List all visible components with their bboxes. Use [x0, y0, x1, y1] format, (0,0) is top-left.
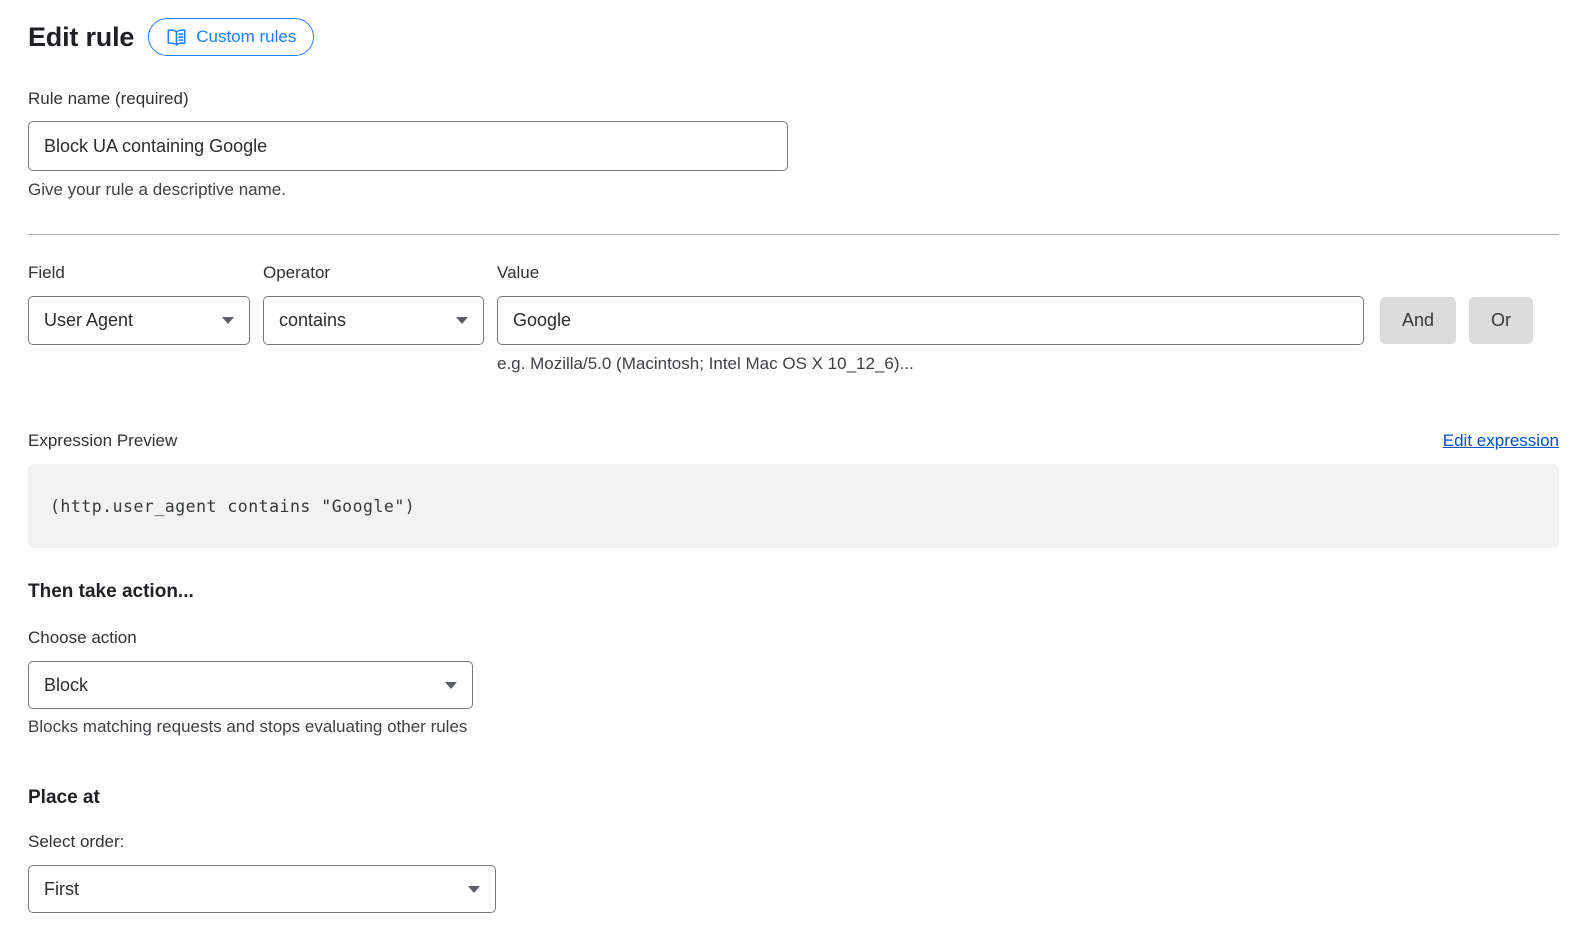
operator-select-value: contains	[279, 310, 346, 331]
field-select[interactable]: User Agent	[28, 296, 250, 345]
expression-code: (http.user_agent contains "Google")	[50, 497, 415, 516]
operator-column: Operator contains	[263, 263, 484, 345]
value-helper: e.g. Mozilla/5.0 (Macintosh; Intel Mac O…	[497, 354, 1559, 374]
dropdown-arrow-icon	[222, 317, 234, 324]
field-select-value: User Agent	[44, 310, 133, 331]
rule-name-section: Rule name (required) Give your rule a de…	[28, 89, 1559, 200]
field-column: Field User Agent	[28, 263, 250, 345]
open-book-icon	[166, 28, 187, 47]
value-input[interactable]	[497, 296, 1364, 345]
rule-name-helper: Give your rule a descriptive name.	[28, 180, 1559, 200]
operator-select[interactable]: contains	[263, 296, 484, 345]
expression-preview-label: Expression Preview	[28, 431, 177, 451]
action-section: Then take action... Choose action Block …	[28, 581, 1559, 737]
edit-expression-link[interactable]: Edit expression	[1443, 431, 1559, 451]
condition-row: Field User Agent Operator contains Value…	[28, 263, 1559, 345]
select-order-label: Select order:	[28, 832, 1559, 852]
choose-action-label: Choose action	[28, 628, 1559, 648]
rule-name-label: Rule name (required)	[28, 89, 1559, 109]
edit-rule-page: Edit rule Custom rules Rule name (requir…	[0, 0, 1587, 913]
dropdown-arrow-icon	[445, 682, 457, 689]
action-heading: Then take action...	[28, 581, 1559, 603]
rule-name-input[interactable]	[28, 121, 788, 171]
operator-label: Operator	[263, 263, 484, 283]
action-select-value: Block	[44, 675, 88, 696]
or-button[interactable]: Or	[1469, 297, 1533, 344]
and-button[interactable]: And	[1380, 297, 1456, 344]
placement-section: Place at Select order: First	[28, 787, 1559, 913]
action-select[interactable]: Block	[28, 661, 473, 709]
value-column: Value	[497, 263, 1364, 345]
page-title: Edit rule	[28, 22, 134, 53]
place-at-heading: Place at	[28, 787, 1559, 809]
custom-rules-button[interactable]: Custom rules	[148, 18, 314, 56]
dropdown-arrow-icon	[456, 317, 468, 324]
field-label: Field	[28, 263, 250, 283]
page-header: Edit rule Custom rules	[28, 18, 1559, 56]
dropdown-arrow-icon	[468, 886, 480, 893]
action-helper: Blocks matching requests and stops evalu…	[28, 717, 1559, 737]
section-divider	[28, 234, 1559, 235]
expression-section: Expression Preview Edit expression (http…	[28, 431, 1559, 548]
custom-rules-button-label: Custom rules	[196, 27, 296, 47]
value-label: Value	[497, 263, 1364, 283]
expression-code-block: (http.user_agent contains "Google")	[28, 464, 1559, 548]
logic-buttons: And Or	[1380, 296, 1533, 345]
order-select-value: First	[44, 879, 79, 900]
order-select[interactable]: First	[28, 865, 496, 913]
